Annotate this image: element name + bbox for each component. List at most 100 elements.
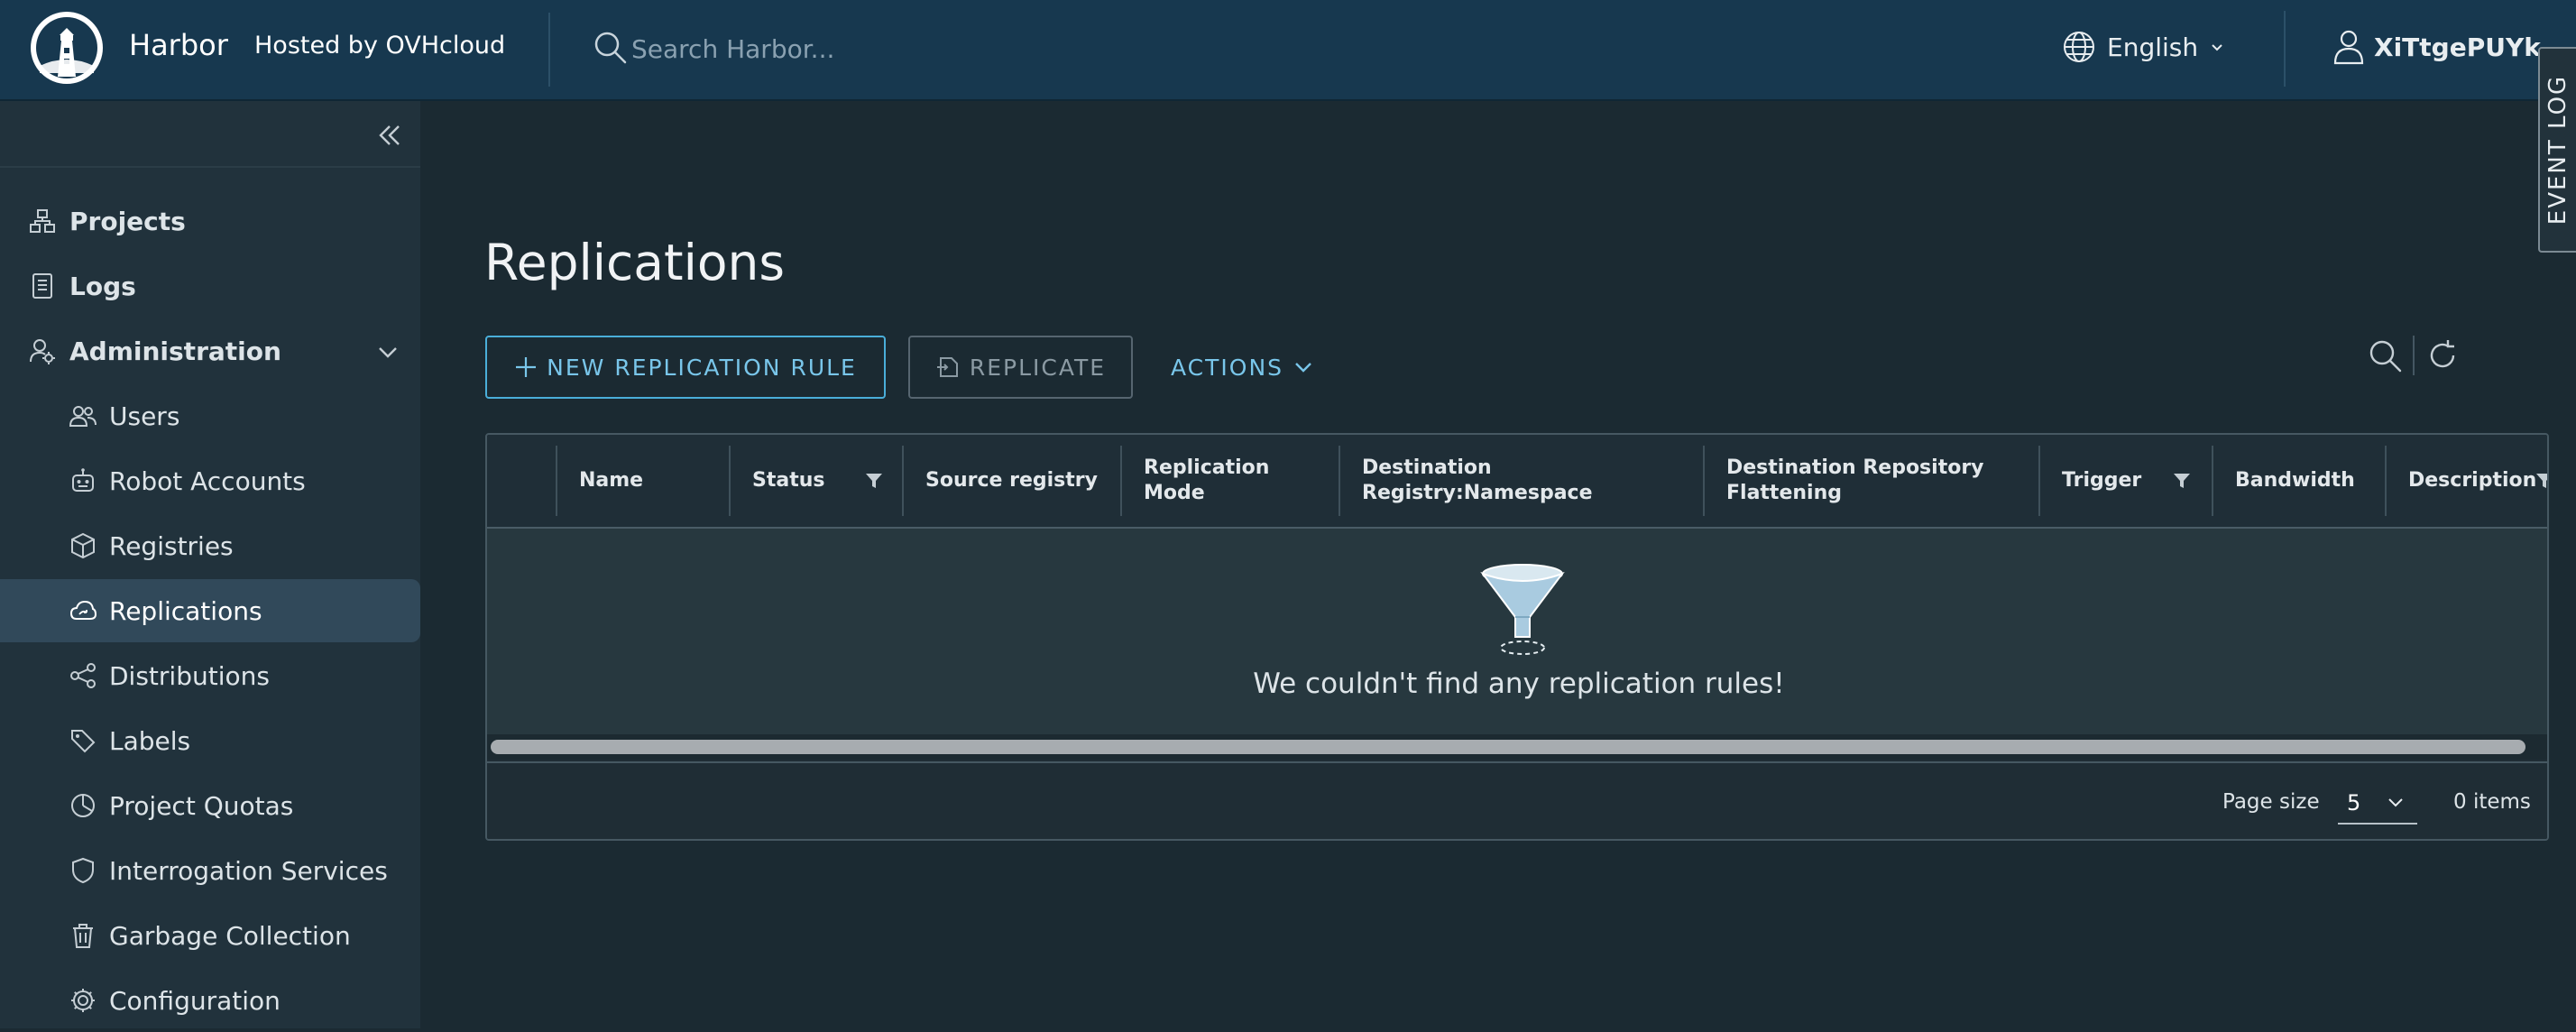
replicate-button[interactable]: REPLICATE <box>908 336 1133 399</box>
toolbar-divider <box>2413 336 2415 375</box>
replicate-icon <box>936 357 958 377</box>
sidebar-item-robot-accounts[interactable]: Robot Accounts <box>0 449 420 512</box>
header-divider <box>2284 11 2286 87</box>
user-icon <box>2333 30 2364 65</box>
labels-icon <box>71 730 96 753</box>
plus-icon <box>516 357 537 377</box>
table-header: Name Status Source registry Replication … <box>487 435 2549 529</box>
column-header-label: Description <box>2408 469 2537 492</box>
search-icon[interactable] <box>2367 337 2403 373</box>
collapse-sidebar-icon[interactable] <box>373 119 406 152</box>
column-header-destination-flattening[interactable]: Destination Repository Flattening <box>1705 435 2038 527</box>
column-header-label: Bandwidth <box>2235 469 2355 492</box>
search-icon[interactable] <box>592 29 628 65</box>
logs-icon <box>32 273 52 299</box>
column-header-label: Trigger <box>2062 469 2142 492</box>
new-replication-rule-label: NEW REPLICATION RULE <box>547 354 857 381</box>
language-selector[interactable]: English <box>2062 27 2225 67</box>
harbor-logo-icon[interactable] <box>29 10 105 86</box>
chevron-down-icon <box>1295 363 1311 373</box>
header-divider <box>548 13 550 87</box>
sidebar-item-garbage-collection[interactable]: Garbage Collection <box>0 904 420 967</box>
event-log-label: EVENT LOG <box>2544 74 2571 226</box>
refresh-icon[interactable] <box>2424 337 2461 373</box>
sidebar-item-project-quotas[interactable]: Project Quotas <box>0 774 420 837</box>
language-label: English <box>2107 32 2199 62</box>
new-replication-rule-button[interactable]: NEW REPLICATION RULE <box>485 336 886 399</box>
column-header-label: Destination Repository Flattening <box>1726 456 1984 504</box>
column-header-label: Name <box>579 469 644 492</box>
sidebar-item-label: Project Quotas <box>109 790 294 821</box>
sidebar-item-label: Configuration <box>109 985 281 1016</box>
quotas-icon <box>71 794 95 817</box>
robot-icon <box>72 468 94 492</box>
sidebar-item-label: Logs <box>69 271 136 301</box>
table-empty-state: We couldn't find any replication rules! <box>487 529 2547 734</box>
scrollbar-thumb[interactable] <box>491 740 2525 754</box>
globe-icon <box>2064 32 2094 62</box>
page-title: Replications <box>484 233 786 291</box>
filter-icon[interactable] <box>864 471 884 491</box>
username: XiTtgePUYk <box>2374 32 2541 62</box>
sidebar-item-labels[interactable]: Labels <box>0 709 420 772</box>
column-header-label: Destination Registry:Namespace <box>1362 456 1593 504</box>
column-header-label: Source registry <box>925 469 1098 492</box>
hosted-by-text: Hosted by OVHcloud <box>254 32 506 60</box>
projects-icon <box>30 209 55 233</box>
column-header-destination-registry[interactable]: Destination Registry:Namespace <box>1340 435 1703 527</box>
column-header-trigger[interactable]: Trigger <box>2040 435 2212 527</box>
sidebar-item-distributions[interactable]: Distributions <box>0 644 420 707</box>
sidebar-item-label: Projects <box>69 206 186 236</box>
sidebar-item-interrogation-services[interactable]: Interrogation Services <box>0 839 420 902</box>
replication-rules-table: Name Status Source registry Replication … <box>485 433 2549 841</box>
sidebar-item-label: Garbage Collection <box>109 920 351 951</box>
trash-icon <box>73 924 93 948</box>
sidebar-item-replications[interactable]: Replications <box>0 579 420 642</box>
shield-icon <box>72 857 94 884</box>
sidebar-item-label: Registries <box>109 530 234 561</box>
gear-icon <box>71 989 95 1012</box>
users-icon <box>69 406 97 427</box>
sidebar-item-label: Replications <box>109 595 262 626</box>
page-size-select[interactable]: 5 <box>2338 781 2417 825</box>
sidebar-divider <box>0 166 420 168</box>
administration-icon <box>30 339 55 364</box>
sidebar: Projects Logs Administration Users Robot… <box>0 101 420 1028</box>
column-header-status[interactable]: Status <box>731 435 902 527</box>
user-menu[interactable]: XiTtgePUYk <box>2332 27 2541 67</box>
search-input[interactable] <box>630 27 1138 70</box>
filter-icon[interactable] <box>2535 471 2549 491</box>
sidebar-item-projects[interactable]: Projects <box>0 189 420 253</box>
column-header-bandwidth[interactable]: Bandwidth <box>2213 435 2385 527</box>
chevron-down-icon[interactable] <box>375 339 400 364</box>
sidebar-item-configuration[interactable]: Configuration <box>0 969 420 1032</box>
sidebar-item-label: Users <box>109 401 180 431</box>
sidebar-item-label: Administration <box>69 336 281 366</box>
column-header-description[interactable]: Description <box>2387 435 2549 527</box>
top-header: Harbor Hosted by OVHcloud English XiTtge… <box>0 0 2576 253</box>
replicate-label: REPLICATE <box>969 354 1107 381</box>
filter-icon[interactable] <box>2172 471 2192 491</box>
actions-label: ACTIONS <box>1171 354 1284 381</box>
distributions-icon <box>70 663 96 688</box>
column-header-name[interactable]: Name <box>557 435 729 527</box>
sidebar-item-label: Interrogation Services <box>109 855 388 886</box>
column-header-source-registry[interactable]: Source registry <box>904 435 1120 527</box>
registries-icon <box>71 532 95 559</box>
empty-filter-funnel-icon <box>1480 564 1565 655</box>
event-log-tab[interactable]: EVENT LOG <box>2538 47 2576 253</box>
sidebar-item-users[interactable]: Users <box>0 384 420 447</box>
sidebar-item-logs[interactable]: Logs <box>0 254 420 318</box>
column-header-label: Replication Mode <box>1144 456 1270 504</box>
page-size-value: 5 <box>2347 790 2361 815</box>
horizontal-scrollbar[interactable] <box>487 734 2547 760</box>
sidebar-item-registries[interactable]: Registries <box>0 514 420 577</box>
column-header-replication-mode[interactable]: Replication Mode <box>1122 435 1339 527</box>
chevron-down-icon <box>2212 44 2222 51</box>
app-name: Harbor <box>129 28 228 62</box>
actions-dropdown[interactable]: ACTIONS <box>1165 336 1328 399</box>
empty-message: We couldn't find any replication rules! <box>1253 668 1785 700</box>
sidebar-item-label: Labels <box>109 725 191 756</box>
items-count: 0 items <box>2453 790 2531 814</box>
sidebar-item-administration[interactable]: Administration <box>0 319 420 382</box>
